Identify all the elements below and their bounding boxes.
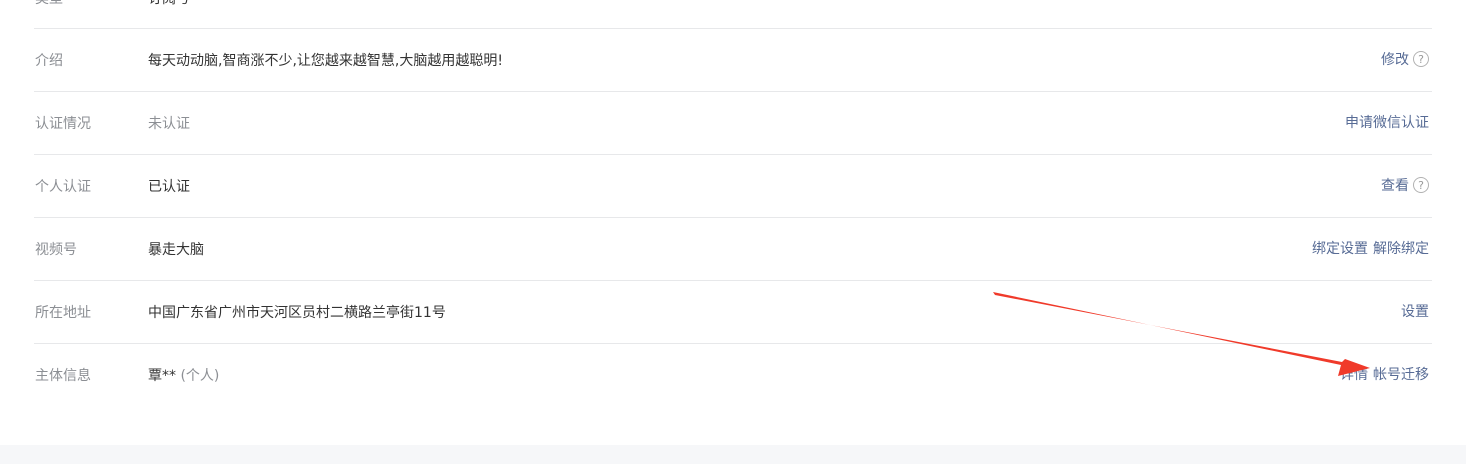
row-label: 主体信息 bbox=[35, 368, 91, 384]
divider bbox=[34, 217, 1432, 218]
row-value: 每天动动脑,智商涨不少,让您越来越智慧,大脑越用越聪明! bbox=[148, 53, 503, 69]
unbind-link[interactable]: 解除绑定 bbox=[1373, 238, 1429, 258]
row-actions: 详情 帐号迁移 bbox=[1340, 364, 1429, 384]
help-icon[interactable]: ? bbox=[1413, 177, 1429, 193]
divider bbox=[34, 280, 1432, 281]
row-entity-info: 主体信息 覃** (个人) 详情 帐号迁移 bbox=[0, 343, 1466, 406]
row-channels: 视频号 暴走大脑 绑定设置 解除绑定 bbox=[0, 217, 1466, 280]
edit-link[interactable]: 修改 bbox=[1381, 49, 1409, 69]
row-value: 未认证 bbox=[148, 116, 190, 132]
binding-settings-link[interactable]: 绑定设置 bbox=[1312, 238, 1368, 258]
row-label: 视频号 bbox=[35, 242, 77, 258]
divider bbox=[34, 28, 1432, 29]
divider bbox=[34, 91, 1432, 92]
row-label: 介绍 bbox=[35, 53, 63, 69]
settings-link[interactable]: 设置 bbox=[1401, 301, 1429, 321]
account-migration-link[interactable]: 帐号迁移 bbox=[1373, 364, 1429, 384]
row-introduction: 介绍 每天动动脑,智商涨不少,让您越来越智慧,大脑越用越聪明! 修改 ? bbox=[0, 28, 1466, 91]
row-value: 暴走大脑 bbox=[148, 242, 204, 258]
row-personal-verification: 个人认证 已认证 查看 ? bbox=[0, 154, 1466, 217]
view-link[interactable]: 查看 bbox=[1381, 175, 1409, 195]
row-type: 类型 订阅号 bbox=[0, 0, 1466, 12]
row-label: 所在地址 bbox=[35, 305, 91, 321]
row-value: 覃** (个人) bbox=[148, 365, 219, 385]
row-value: 订阅号 bbox=[148, 0, 190, 8]
help-icon[interactable]: ? bbox=[1413, 51, 1429, 67]
row-verification: 认证情况 未认证 申请微信认证 bbox=[0, 91, 1466, 154]
details-link[interactable]: 详情 bbox=[1340, 364, 1368, 384]
row-label: 类型 bbox=[35, 0, 63, 8]
row-value: 已认证 bbox=[148, 179, 190, 195]
apply-wechat-verification-link[interactable]: 申请微信认证 bbox=[1345, 112, 1429, 132]
row-label: 认证情况 bbox=[35, 116, 91, 132]
divider bbox=[34, 154, 1432, 155]
row-actions: 设置 bbox=[1401, 301, 1429, 321]
row-actions: 申请微信认证 bbox=[1345, 112, 1429, 132]
row-address: 所在地址 中国广东省广州市天河区员村二横路兰亭街11号 设置 bbox=[0, 280, 1466, 343]
entity-name: 覃** bbox=[148, 368, 176, 384]
row-label: 个人认证 bbox=[35, 179, 91, 195]
account-info-panel: 类型 订阅号 介绍 每天动动脑,智商涨不少,让您越来越智慧,大脑越用越聪明! 修… bbox=[0, 0, 1466, 445]
row-actions: 查看 ? bbox=[1381, 175, 1429, 195]
row-actions: 修改 ? bbox=[1381, 49, 1429, 69]
entity-type: (个人) bbox=[180, 368, 220, 384]
divider bbox=[34, 343, 1432, 344]
row-value: 中国广东省广州市天河区员村二横路兰亭街11号 bbox=[148, 305, 446, 321]
row-actions: 绑定设置 解除绑定 bbox=[1312, 238, 1429, 258]
